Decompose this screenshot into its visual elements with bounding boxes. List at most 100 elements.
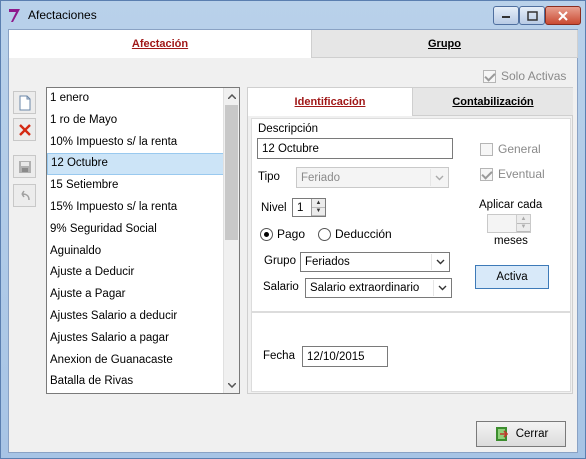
chevron-down-icon [435, 175, 443, 180]
detail-panel: Identificación Contabilización Descripci… [247, 87, 573, 394]
descripcion-input[interactable]: 12 Octubre [257, 138, 453, 159]
fecha-label: Fecha [263, 350, 295, 362]
grupo-label: Grupo [264, 255, 296, 267]
salario-select[interactable]: Salario extraordinario [305, 278, 452, 298]
cerrar-button[interactable]: Cerrar [476, 421, 566, 447]
tab-identificacion-label: Identificación [294, 96, 366, 108]
scroll-up-button[interactable] [224, 88, 239, 104]
eventual-check[interactable] [480, 167, 493, 181]
chevron-down-icon [436, 259, 444, 265]
minimize-icon [502, 15, 510, 18]
spin-up-icon[interactable]: ▲ [312, 199, 325, 208]
identificacion-group: Descripción 12 Octubre Tipo Feriado Nive… [251, 118, 571, 312]
close-icon [558, 10, 568, 21]
delete-button[interactable] [13, 118, 36, 141]
solo-activas-checkbox[interactable]: Solo Activas [483, 69, 566, 83]
delete-icon [18, 123, 31, 136]
chevron-up-icon [227, 93, 236, 99]
list-item[interactable]: Ajustes Salario a deducir [47, 306, 239, 328]
deduccion-label: Deducción [335, 227, 392, 241]
spin-down-icon[interactable]: ▼ [312, 207, 325, 216]
list-item[interactable]: 9% Seguridad Social [47, 219, 239, 241]
title-bar[interactable]: Afectaciones [1, 1, 585, 29]
scroll-down-button[interactable] [224, 377, 239, 393]
app-icon [9, 9, 20, 22]
nivel-spin-buttons[interactable]: ▲ ▼ [311, 199, 325, 216]
salario-dropdown-button[interactable] [433, 280, 450, 296]
list-item-selected[interactable]: 12 Octubre [47, 153, 239, 176]
list-item[interactable]: 15% Impuesto s/ la renta [47, 197, 239, 219]
chevron-down-icon [438, 285, 446, 291]
solo-activas-label: Solo Activas [501, 69, 567, 83]
tab-identificacion[interactable]: Identificación [248, 88, 413, 116]
new-document-icon [19, 95, 30, 110]
list-item[interactable]: Ajustes Salario a pagar [47, 328, 239, 350]
tipo-label: Tipo [258, 171, 280, 183]
identificacion-body: Descripción 12 Octubre Tipo Feriado Nive… [248, 116, 572, 393]
nivel-value: 1 [297, 201, 304, 214]
exit-door-icon [495, 427, 508, 441]
list-item[interactable]: 10% Impuesto s/ la renta [47, 132, 239, 154]
tipo-dropdown-button[interactable] [430, 169, 447, 186]
chevron-down-icon [227, 382, 236, 388]
tab-afectacion-label: Afectación [131, 38, 189, 50]
grupo-dropdown-button[interactable] [431, 254, 448, 270]
aplicar-cada-label: Aplicar cada [479, 199, 543, 211]
new-button[interactable] [13, 91, 36, 114]
close-button[interactable] [545, 6, 581, 25]
list-item[interactable]: Aguinaldo [47, 241, 239, 263]
tab-contabilizacion[interactable]: Contabilización [413, 88, 573, 116]
pago-radio[interactable] [260, 227, 273, 241]
save-icon [18, 160, 31, 173]
activa-button[interactable]: Activa [475, 265, 549, 289]
list-item[interactable]: 1 ro de Mayo [47, 110, 239, 132]
grupo-value: Feriados [305, 256, 350, 268]
list-item[interactable]: Anexion de Guanacaste [47, 350, 239, 372]
eventual-label: Eventual [498, 167, 545, 181]
tipo-value: Feriado [301, 171, 340, 184]
fecha-input[interactable]: 12/10/2015 [302, 346, 388, 367]
window-title: Afectaciones [28, 8, 97, 22]
save-button[interactable] [13, 155, 36, 178]
afectaciones-window: Afectaciones Afectación Grupo Solo Activ… [0, 0, 586, 459]
aplicar-spin-buttons[interactable]: ▲ ▼ [516, 215, 530, 232]
cerrar-label: Cerrar [515, 428, 549, 440]
undo-icon [20, 190, 30, 200]
tab-contabilizacion-label: Contabilización [452, 95, 534, 108]
nivel-label: Nivel [261, 202, 287, 214]
eventual-checkbox[interactable]: Eventual [480, 167, 545, 181]
general-label: General [498, 142, 541, 156]
scroll-thumb[interactable] [225, 105, 238, 240]
tab-afectacion[interactable]: Afectación [9, 30, 312, 58]
tab-grupo-label: Grupo [428, 37, 461, 50]
general-check[interactable] [480, 142, 493, 156]
minimize-button[interactable] [493, 6, 519, 25]
list-item[interactable]: Batalla de Rivas [47, 371, 239, 393]
client-area: Afectación Grupo Solo Activas 1 enero 1 … [8, 29, 578, 453]
aplicar-cada-spinner[interactable]: ▲ ▼ [487, 214, 531, 233]
meses-label: meses [494, 235, 528, 247]
tipo-select[interactable]: Feriado [296, 167, 449, 188]
afectaciones-list[interactable]: 1 enero 1 ro de Mayo 10% Impuesto s/ la … [46, 87, 240, 394]
spin-up-icon[interactable]: ▲ [517, 215, 530, 224]
grupo-select[interactable]: Feriados [300, 252, 450, 272]
pago-label: Pago [277, 227, 306, 241]
salario-label: Salario [263, 281, 299, 293]
nivel-spinner[interactable]: 1 ▲ ▼ [292, 198, 326, 217]
pago-radio-option[interactable]: Pago [260, 227, 305, 241]
fecha-group: Fecha 12/10/2015 [251, 312, 571, 392]
deduccion-radio-option[interactable]: Deducción [318, 227, 392, 241]
undo-button[interactable] [13, 184, 36, 207]
deduccion-radio[interactable] [318, 227, 331, 241]
spin-down-icon[interactable]: ▼ [517, 223, 530, 232]
list-item[interactable]: Ajuste a Pagar [47, 284, 239, 306]
descripcion-label: Descripción [258, 123, 319, 135]
list-item[interactable]: 15 Setiembre [47, 175, 239, 197]
solo-activas-check[interactable] [483, 69, 496, 83]
general-checkbox[interactable]: General [480, 142, 541, 156]
list-item[interactable]: 1 enero [47, 88, 239, 110]
list-scrollbar[interactable] [223, 88, 239, 393]
list-item[interactable]: Ajuste a Deducir [47, 262, 239, 284]
tab-grupo[interactable]: Grupo [312, 30, 578, 58]
maximize-button[interactable] [519, 6, 545, 25]
